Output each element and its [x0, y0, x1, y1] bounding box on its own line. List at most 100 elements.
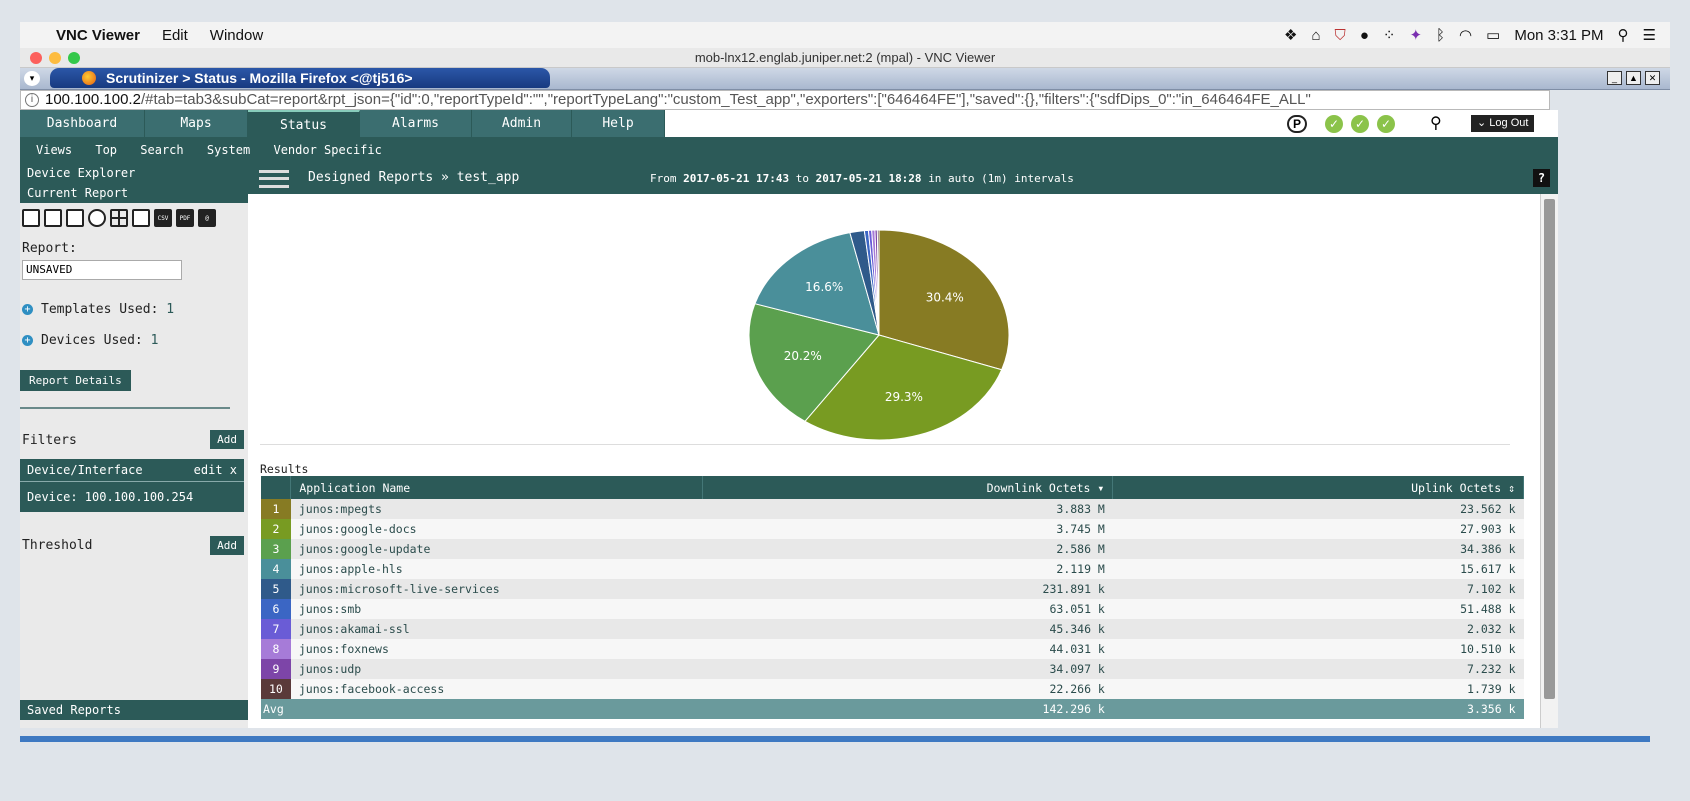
- subnav-views[interactable]: Views: [36, 143, 72, 157]
- row-downlink: 231.891 k: [702, 579, 1113, 599]
- table-row[interactable]: 9 junos:udp 34.097 k 7.232 k: [261, 659, 1524, 679]
- spotlight-icon[interactable]: ⚲: [1618, 26, 1629, 44]
- table-row[interactable]: 6 junos:smb 63.051 k 51.488 k: [261, 599, 1524, 619]
- current-report-link[interactable]: Current Report: [20, 183, 248, 203]
- skype-icon[interactable]: ●: [1360, 27, 1369, 44]
- wifi-icon[interactable]: ◠: [1459, 26, 1472, 44]
- plugin-status-icon[interactable]: P: [1287, 115, 1308, 133]
- csv-icon[interactable]: CSV: [154, 209, 172, 227]
- home-icon[interactable]: ⌂: [1311, 27, 1320, 44]
- table-row[interactable]: 5 junos:microsoft-live-services 231.891 k7…: [261, 579, 1524, 599]
- hamburger-icon[interactable]: [259, 170, 289, 188]
- check-icon[interactable]: ✓: [1325, 115, 1343, 133]
- yahoo-icon[interactable]: ✦: [1409, 26, 1422, 44]
- add-threshold-button[interactable]: Add: [210, 536, 244, 555]
- row-application-name[interactable]: junos:akamai-ssl: [290, 619, 703, 639]
- col-uplink-octets[interactable]: Uplink Octets ⇕: [1112, 476, 1524, 499]
- search-icon[interactable]: ⚲: [1430, 113, 1442, 133]
- shield-icon[interactable]: ⛉: [1335, 27, 1346, 44]
- row-application-name[interactable]: junos:smb: [290, 599, 703, 619]
- tab-dashboard[interactable]: Dashboard: [20, 110, 145, 137]
- bluetooth-icon[interactable]: ᛒ: [1436, 27, 1445, 44]
- filter-device[interactable]: Device: 100.100.100.254: [20, 481, 244, 512]
- check-icon[interactable]: ✓: [1377, 115, 1395, 133]
- grid-icon[interactable]: [110, 209, 128, 227]
- scrollbar[interactable]: [1540, 194, 1558, 728]
- minimize-icon[interactable]: _: [1607, 71, 1622, 85]
- maximize-icon[interactable]: ▲: [1626, 71, 1641, 85]
- add-filter-button[interactable]: Add: [210, 430, 244, 449]
- expand-icon[interactable]: +: [22, 304, 33, 315]
- close-icon[interactable]: ✕: [1645, 71, 1660, 85]
- row-application-name[interactable]: junos:microsoft-live-services: [290, 579, 703, 599]
- row-application-name[interactable]: junos:udp: [290, 659, 703, 679]
- menu-edit[interactable]: Edit: [162, 27, 188, 44]
- row-index: 10: [261, 679, 291, 699]
- save-icon[interactable]: [44, 209, 62, 227]
- logout-button[interactable]: ⌄ Log Out: [1471, 115, 1535, 132]
- devices-used[interactable]: + Devices Used: 1: [20, 333, 248, 348]
- col-downlink-octets[interactable]: Downlink Octets ▾: [702, 476, 1114, 499]
- print-icon[interactable]: [132, 209, 150, 227]
- window-menu-icon[interactable]: ▾: [24, 71, 40, 86]
- notification-center-icon[interactable]: ☰: [1643, 26, 1656, 44]
- devices-count: 1: [150, 333, 159, 348]
- dropbox-icon[interactable]: ❖: [1284, 26, 1297, 44]
- subnav-vendor-specific[interactable]: Vendor Specific: [273, 143, 381, 157]
- sort-icon[interactable]: ⇕: [1508, 481, 1515, 495]
- saved-reports-link[interactable]: Saved Reports: [20, 700, 248, 720]
- info-icon[interactable]: i: [25, 93, 39, 108]
- minimize-icon[interactable]: [49, 52, 61, 64]
- results-table: Application Name Downlink Octets ▾ Uplin…: [261, 476, 1524, 719]
- table-row[interactable]: 8 junos:foxnews 44.031 k 10.510 k: [261, 639, 1524, 659]
- templates-used[interactable]: + Templates Used: 1: [20, 302, 248, 317]
- row-application-name[interactable]: junos:google-update: [290, 539, 703, 559]
- filter-edit-link[interactable]: edit x: [194, 463, 237, 477]
- row-application-name[interactable]: junos:google-docs: [290, 519, 703, 539]
- url-bar[interactable]: i 100.100.100.2/#tab=tab3&subCat=report&r…: [20, 90, 1550, 110]
- tab-maps[interactable]: Maps: [145, 110, 248, 137]
- col-application-name[interactable]: Application Name: [290, 476, 704, 499]
- row-application-name[interactable]: junos:facebook-access: [290, 679, 703, 699]
- table-row[interactable]: 7 junos:akamai-ssl 45.346 k 2.032 k: [261, 619, 1524, 639]
- trash-icon[interactable]: [22, 209, 40, 227]
- menu-window[interactable]: Window: [210, 27, 263, 44]
- tab-admin[interactable]: Admin: [472, 110, 572, 137]
- to-date: 2017-05-21 18:28: [815, 172, 922, 185]
- subnav-top[interactable]: Top: [95, 143, 117, 157]
- tab-status[interactable]: Status: [248, 110, 360, 137]
- battery-icon[interactable]: ▭: [1486, 26, 1500, 44]
- save-as-icon[interactable]: [66, 209, 84, 227]
- clock[interactable]: Mon 3:31 PM: [1514, 27, 1603, 44]
- threshold-section: Threshold Add: [20, 536, 248, 560]
- row-application-name[interactable]: junos:mpegts: [290, 499, 703, 519]
- tab-alarms[interactable]: Alarms: [360, 110, 472, 137]
- desktop-bottom: [0, 728, 1690, 801]
- subnav-search[interactable]: Search: [140, 143, 183, 157]
- help-icon[interactable]: ?: [1533, 169, 1550, 187]
- table-row[interactable]: 2 junos:google-docs 3.745 M 27.903 k: [261, 519, 1524, 539]
- menu-app-name[interactable]: VNC Viewer: [56, 27, 140, 44]
- report-name-input[interactable]: UNSAVED: [22, 260, 182, 280]
- table-row[interactable]: 3 junos:google-update 2.586 M 34.386 k: [261, 539, 1524, 559]
- avg-row: Avg 142.296 k 3.356 k: [261, 699, 1524, 719]
- scrollbar-thumb[interactable]: [1544, 199, 1555, 699]
- grid-app-icon[interactable]: ⁘: [1383, 26, 1396, 44]
- tab-help[interactable]: Help: [572, 110, 665, 137]
- sort-desc-icon[interactable]: ▾: [1097, 481, 1104, 495]
- zoom-icon[interactable]: [68, 52, 80, 64]
- subnav-system[interactable]: System: [207, 143, 250, 157]
- row-application-name[interactable]: junos:apple-hls: [290, 559, 703, 579]
- table-row[interactable]: 10 junos:facebook-access 22.266 k 1.739 k: [261, 679, 1524, 699]
- pdf-icon[interactable]: PDF: [176, 209, 194, 227]
- table-row[interactable]: 1 junos:mpegts 3.883 M 23.562 k: [261, 499, 1524, 519]
- close-icon[interactable]: [30, 52, 42, 64]
- report-details-button[interactable]: Report Details: [20, 370, 131, 391]
- table-row[interactable]: 4 junos:apple-hls 2.119 M 15.617 k: [261, 559, 1524, 579]
- check-icon[interactable]: ✓: [1351, 115, 1369, 133]
- row-application-name[interactable]: junos:foxnews: [290, 639, 703, 659]
- email-icon[interactable]: @: [198, 209, 216, 227]
- expand-icon[interactable]: +: [22, 335, 33, 346]
- clock-icon[interactable]: [88, 209, 106, 227]
- device-explorer-link[interactable]: Device Explorer: [20, 163, 248, 183]
